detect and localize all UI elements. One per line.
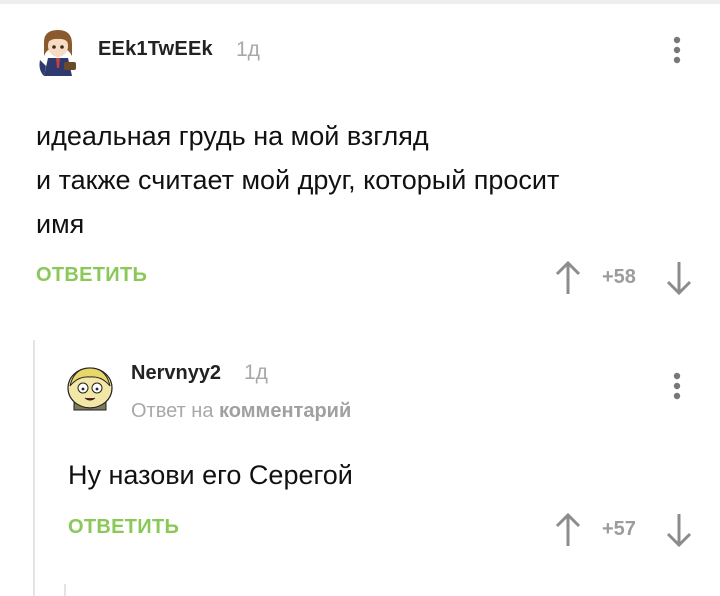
downvote-button[interactable]: [664, 258, 694, 298]
reply-button[interactable]: ОТВЕТИТЬ: [68, 516, 179, 539]
upvote-button[interactable]: [553, 258, 583, 298]
anime-girl-avatar-icon: [34, 26, 82, 78]
comment-text: идеальная грудь на мой взгляд и также сч…: [36, 114, 696, 246]
timestamp: 1д: [244, 361, 268, 384]
top-divider: [0, 0, 720, 4]
arrow-up-icon: [555, 512, 581, 546]
score: +58: [602, 266, 636, 288]
upvote-button[interactable]: [553, 510, 583, 550]
timestamp: 1д: [236, 38, 260, 61]
username[interactable]: EEk1TwEEk: [98, 38, 213, 61]
thread-line: [33, 340, 35, 596]
downvote-button[interactable]: [664, 510, 694, 550]
username[interactable]: Nervnyy2: [131, 362, 221, 385]
more-menu-button[interactable]: [665, 34, 689, 68]
vertical-dots-icon: [673, 36, 681, 64]
arrow-down-icon: [666, 262, 692, 296]
reply-button[interactable]: ОТВЕТИТЬ: [36, 264, 147, 287]
comment-text-line: идеальная грудь на мой взгляд: [36, 121, 429, 151]
arrow-up-icon: [555, 260, 581, 294]
reply-to-link[interactable]: комментарий: [219, 400, 351, 422]
avatar[interactable]: [66, 362, 114, 414]
comment-text-line: и также считает мой друг, который просит: [36, 165, 560, 195]
more-menu-button[interactable]: [665, 370, 689, 404]
comment-text-line: имя: [36, 209, 85, 239]
thread-line: [64, 584, 66, 596]
reply-to-info: Ответ на комментарий: [131, 400, 351, 423]
arrow-down-icon: [666, 514, 692, 548]
avatar[interactable]: [34, 26, 82, 78]
score: +57: [602, 518, 636, 540]
comment-text: Ну назови его Серегой: [68, 460, 353, 490]
reply-to-prefix: Ответ на: [131, 400, 214, 422]
cartoon-character-avatar-icon: [67, 367, 113, 411]
vertical-dots-icon: [673, 372, 681, 400]
